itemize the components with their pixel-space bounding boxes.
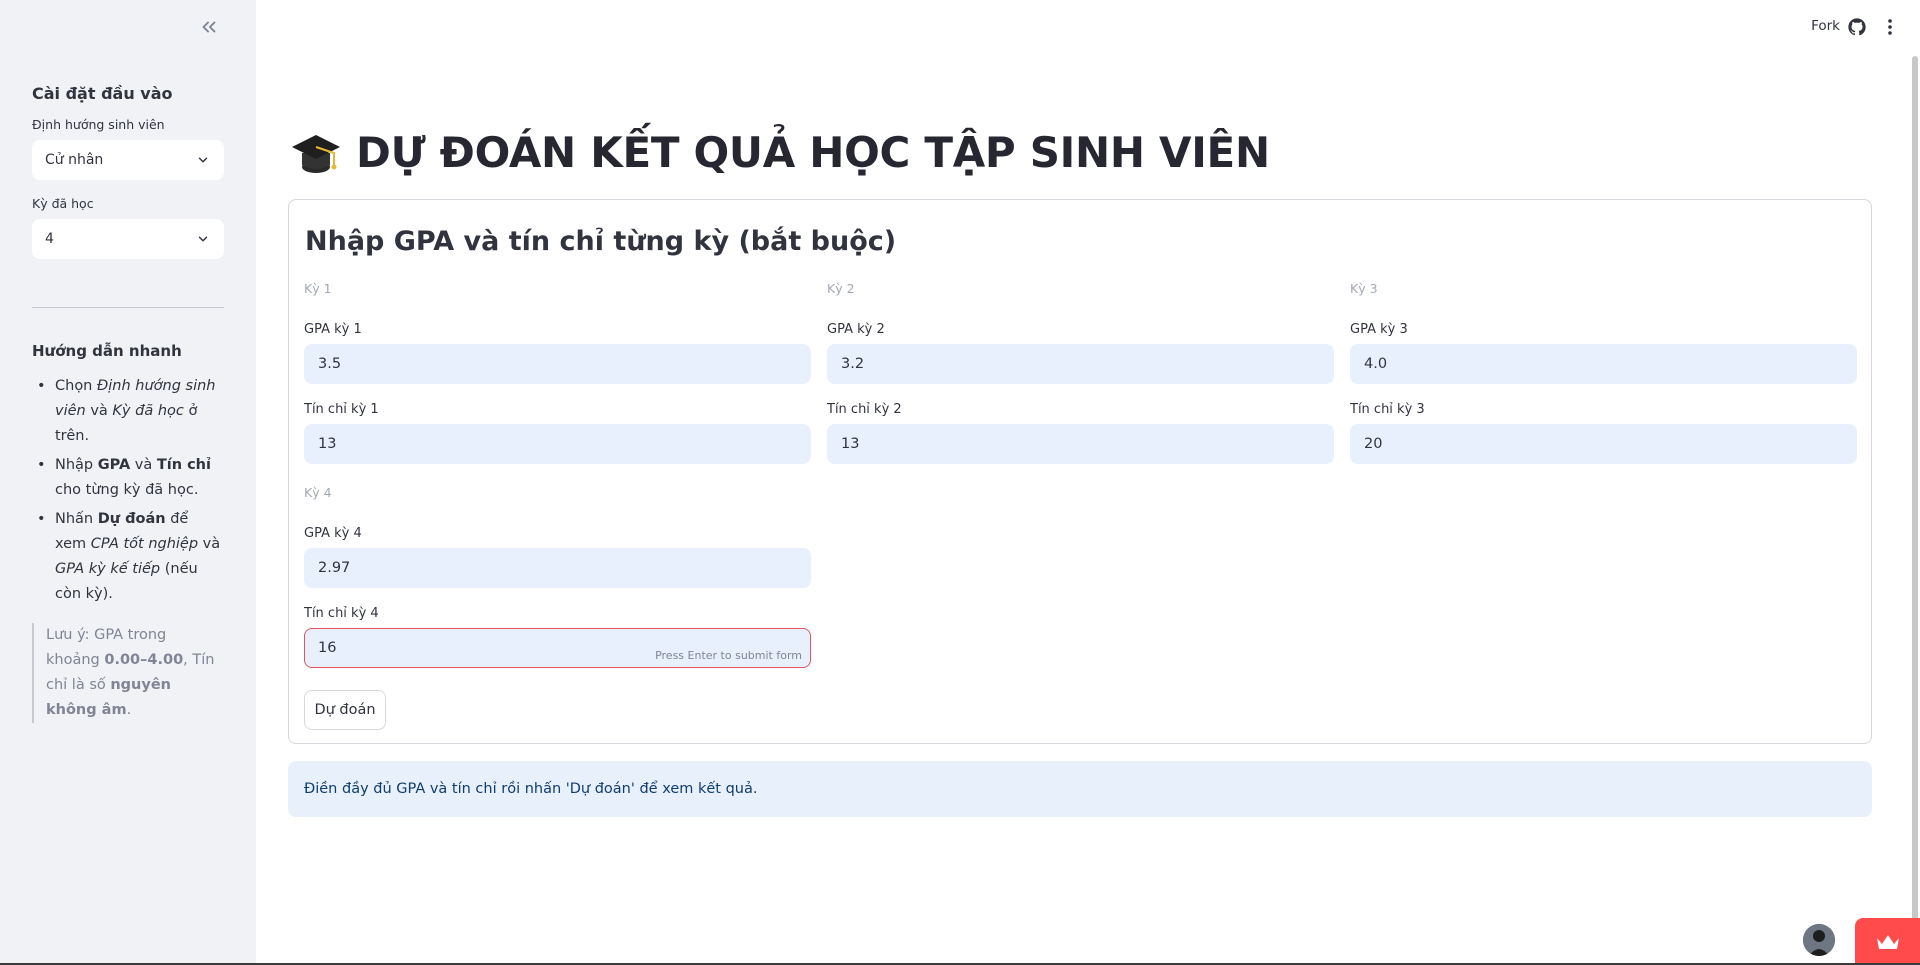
term-label: Kỳ 2 (827, 281, 855, 296)
term-3-column: Kỳ 3 GPA kỳ 3 4.0 Tín chỉ kỳ 3 20 (1350, 281, 1857, 464)
sidebar-divider (32, 307, 224, 308)
predict-button[interactable]: Dự đoán (304, 690, 386, 730)
guide-item: Nhấn Dự đoán để xem CPA tốt nghiệp và GP… (32, 507, 224, 607)
gpa-form: Nhập GPA và tín chỉ từng kỳ (bắt buộc) K… (288, 199, 1872, 744)
term-2-column: Kỳ 2 GPA kỳ 2 3.2 Tín chỉ kỳ 2 13 (827, 281, 1334, 464)
credit-label: Tín chỉ kỳ 4 (304, 606, 379, 621)
credit-label: Tín chỉ kỳ 3 (1350, 402, 1425, 417)
submit-hint: Press Enter to submit form (655, 649, 802, 662)
guide-list: Chọn Định hướng sinh viên và Kỳ đã học ở… (32, 374, 224, 607)
info-alert: Điền đầy đủ GPA và tín chỉ rồi nhấn 'Dự … (288, 761, 1872, 817)
avatar-image (1803, 924, 1835, 956)
streamlit-badge-button[interactable] (1855, 918, 1920, 965)
credit-input[interactable]: 13 (304, 424, 811, 464)
main-content: DỰ ĐOÁN KẾT QUẢ HỌC TẬP SINH VIÊN Nhập G… (256, 0, 1910, 965)
gpa-label: GPA kỳ 4 (304, 526, 362, 541)
guide-title: Hướng dẫn nhanh (32, 342, 182, 360)
page-title-text: DỰ ĐOÁN KẾT QUẢ HỌC TẬP SINH VIÊN (356, 128, 1270, 177)
avatar[interactable] (1803, 924, 1835, 956)
gpa-input[interactable]: 4.0 (1350, 344, 1857, 384)
gpa-label: GPA kỳ 2 (827, 322, 885, 337)
gpa-input[interactable]: 3.5 (304, 344, 811, 384)
crown-icon (1876, 934, 1899, 949)
sidebar-header: Cài đặt đầu vào (32, 84, 173, 103)
guide-item: Nhập GPA và Tín chỉ cho từng kỳ đã học. (32, 453, 224, 503)
credit-input-focused[interactable]: 16 Press Enter to submit form (304, 628, 811, 668)
orientation-label: Định hướng sinh viên (32, 117, 165, 132)
gpa-input[interactable]: 3.2 (827, 344, 1334, 384)
chevron-down-icon (198, 236, 208, 242)
sidebar-content: Cài đặt đầu vào Định hướng sinh viên Cử … (32, 84, 224, 723)
app-root: Cài đặt đầu vào Định hướng sinh viên Cử … (0, 0, 1920, 965)
gpa-label: GPA kỳ 1 (304, 322, 362, 337)
terms-label: Kỳ đã học (32, 196, 94, 211)
page-title: DỰ ĐOÁN KẾT QUẢ HỌC TẬP SINH VIÊN (290, 128, 1270, 177)
note-quote: Lưu ý: GPA trong khoảng 0.00–4.00, Tín c… (32, 623, 224, 723)
term-label: Kỳ 4 (304, 485, 332, 500)
credit-input[interactable]: 20 (1350, 424, 1857, 464)
credit-label: Tín chỉ kỳ 1 (304, 402, 379, 417)
chevron-down-icon (198, 157, 208, 163)
orientation-value: Cử nhân (45, 152, 104, 168)
term-1-column: Kỳ 1 GPA kỳ 1 3.5 Tín chỉ kỳ 1 13 (304, 281, 811, 464)
terms-select[interactable]: 4 (32, 219, 224, 259)
page-scrollbar[interactable] (1912, 56, 1918, 960)
terms-value: 4 (45, 231, 54, 247)
sidebar: Cài đặt đầu vào Định hướng sinh viên Cử … (0, 0, 256, 965)
credit-label: Tín chỉ kỳ 2 (827, 402, 902, 417)
credit-input[interactable]: 13 (827, 424, 1334, 464)
guide-item: Chọn Định hướng sinh viên và Kỳ đã học ở… (32, 374, 224, 449)
collapse-sidebar-icon[interactable] (198, 16, 220, 38)
orientation-select[interactable]: Cử nhân (32, 140, 224, 180)
term-4-column: Kỳ 4 GPA kỳ 4 2.97 Tín chỉ kỳ 4 16 Press… (304, 485, 811, 668)
gpa-input[interactable]: 2.97 (304, 548, 811, 588)
term-label: Kỳ 3 (1350, 281, 1378, 296)
gpa-label: GPA kỳ 3 (1350, 322, 1408, 337)
form-heading: Nhập GPA và tín chỉ từng kỳ (bắt buộc) (305, 226, 897, 257)
term-label: Kỳ 1 (304, 281, 332, 296)
graduation-cap-icon (292, 134, 340, 173)
